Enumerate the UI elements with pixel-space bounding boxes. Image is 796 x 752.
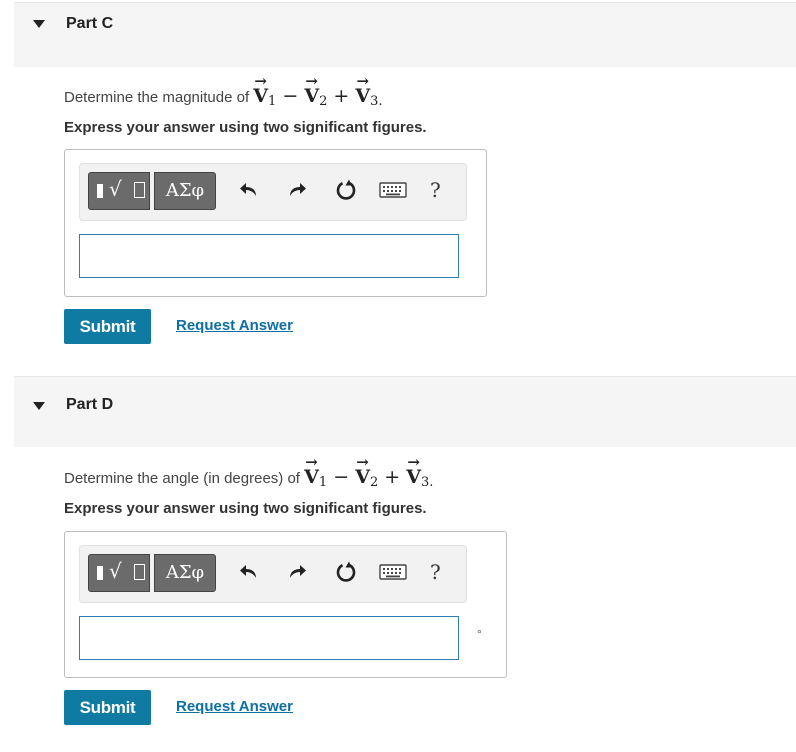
vector-expression: V1 − V2 + V3. <box>304 453 433 490</box>
sqrt-template-icon: √ <box>109 559 122 583</box>
placeholder-box-icon <box>134 182 145 198</box>
greek-symbols-button[interactable]: ΑΣφ <box>154 554 216 592</box>
question-text: Determine the angle (in degrees) of V1 −… <box>64 453 433 490</box>
request-answer-link[interactable]: Request Answer <box>176 698 293 715</box>
part-d-header[interactable] <box>14 376 796 447</box>
cursor-block-icon <box>97 184 103 198</box>
answer-panel: √ ΑΣφ ? <box>64 149 487 297</box>
templates-button[interactable]: √ <box>88 554 150 592</box>
redo-icon[interactable] <box>285 178 309 202</box>
answer-input[interactable] <box>79 616 459 660</box>
answer-input[interactable] <box>79 234 459 278</box>
cursor-block-icon <box>97 566 103 580</box>
reset-icon[interactable] <box>334 560 358 584</box>
math-toolbar: √ ΑΣφ ? <box>79 545 467 603</box>
answer-panel: √ ΑΣφ ? ° <box>64 531 507 678</box>
vector-expression: V1 − V2 + V3. <box>253 72 382 109</box>
math-toolbar: √ ΑΣφ ? <box>79 163 467 221</box>
reset-icon[interactable] <box>334 178 358 202</box>
part-title: Part D <box>66 396 114 413</box>
question-text: Determine the magnitude of V1 − V2 + V3. <box>64 72 383 109</box>
help-button[interactable]: ? <box>430 560 441 584</box>
templates-button[interactable]: √ <box>88 172 150 210</box>
undo-icon[interactable] <box>237 560 261 584</box>
collapse-caret-icon[interactable] <box>33 20 45 28</box>
sqrt-template-icon: √ <box>109 177 122 201</box>
instruction-text: Express your answer using two significan… <box>64 119 427 136</box>
part-title: Part C <box>66 15 114 32</box>
placeholder-box-icon <box>134 564 145 580</box>
request-answer-link[interactable]: Request Answer <box>176 317 293 334</box>
keyboard-icon[interactable] <box>378 560 408 584</box>
greek-symbols-button[interactable]: ΑΣφ <box>154 172 216 210</box>
submit-button[interactable]: Submit <box>64 690 151 725</box>
submit-button[interactable]: Submit <box>64 309 151 344</box>
part-c-header[interactable] <box>14 2 796 67</box>
degree-unit-label: ° <box>477 627 482 641</box>
collapse-caret-icon[interactable] <box>33 402 45 410</box>
instruction-text: Express your answer using two significan… <box>64 500 427 517</box>
redo-icon[interactable] <box>285 560 309 584</box>
help-button[interactable]: ? <box>430 178 441 202</box>
keyboard-icon[interactable] <box>378 178 408 202</box>
undo-icon[interactable] <box>237 178 261 202</box>
